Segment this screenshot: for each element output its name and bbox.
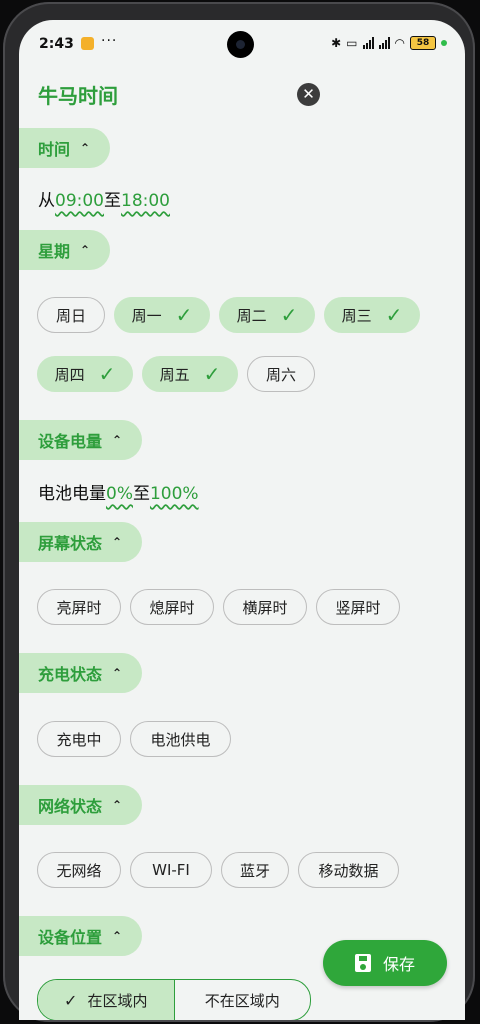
chip-label: 周五 <box>159 365 190 384</box>
section-label: 充电状态 <box>38 665 103 684</box>
camera-cutout <box>227 31 254 58</box>
chevron-up-icon: ⌃ <box>80 243 91 257</box>
status-time: 2:43 <box>39 36 74 52</box>
section-header-battery[interactable]: 设备电量 ⌃ <box>19 420 143 460</box>
laptop-icon: ▭ <box>346 36 358 50</box>
chip-label: 周四 <box>54 365 85 384</box>
phone-frame: 2:43 ··· ✱ ▭ ◠ 58 牛马时间 ✕ 时间 ⌃ 从09:00至18:… <box>3 2 475 1022</box>
battery-prefix: 电池电量 <box>38 484 106 504</box>
location-inside-option[interactable]: ✓ 在区域内 <box>38 980 175 1020</box>
check-icon: ✓ <box>64 990 78 1010</box>
check-icon: ✓ <box>280 303 298 327</box>
location-segmented-control: ✓ 在区域内 不在区域内 <box>37 979 311 1020</box>
chip-label: 周日 <box>55 306 86 325</box>
chip-label: 周一 <box>131 306 162 325</box>
chip-label: 周三 <box>341 306 372 325</box>
chevron-up-icon: ⌃ <box>112 929 123 943</box>
time-range: 从09:00至18:00 <box>38 186 170 211</box>
status-bar: 2:43 ··· ✱ ▭ ◠ 58 <box>19 20 465 70</box>
section-label: 星期 <box>38 242 71 261</box>
bluetooth-icon: ✱ <box>331 36 342 50</box>
section-label: 设备电量 <box>38 432 103 451</box>
battery-min[interactable]: 0% <box>106 484 133 504</box>
chip-screen-on[interactable]: 亮屏时 <box>37 589 121 625</box>
save-icon <box>354 954 371 972</box>
chip-day[interactable]: 周六 <box>247 356 315 392</box>
signal-2-icon <box>378 37 390 49</box>
signal-1-icon <box>362 37 374 49</box>
check-icon: ✓ <box>203 362 221 386</box>
chip-bluetooth[interactable]: 蓝牙 <box>221 852 289 888</box>
section-header-time[interactable]: 时间 ⌃ <box>19 128 111 168</box>
chip-day[interactable]: 周四 ✓ <box>37 356 133 392</box>
section-header-week[interactable]: 星期 ⌃ <box>19 230 111 270</box>
time-prefix: 从 <box>38 191 55 211</box>
save-label: 保存 <box>382 955 415 974</box>
end-time[interactable]: 18:00 <box>121 191 170 211</box>
chip-portrait[interactable]: 竖屏时 <box>316 589 400 625</box>
more-notifications-icon: ··· <box>101 33 118 49</box>
chevron-up-icon: ⌃ <box>112 798 123 812</box>
chip-label: 周二 <box>236 306 267 325</box>
location-outside-option[interactable]: 不在区域内 <box>175 980 311 1020</box>
chip-day[interactable]: 周二 ✓ <box>219 297 315 333</box>
time-mid: 至 <box>104 191 121 211</box>
chip-landscape[interactable]: 横屏时 <box>223 589 307 625</box>
chip-label: 周六 <box>265 365 296 384</box>
save-button[interactable]: 保存 <box>323 940 447 986</box>
wifi-icon: ◠ <box>394 36 405 50</box>
battery-max[interactable]: 100% <box>150 484 199 504</box>
section-header-screen[interactable]: 屏幕状态 ⌃ <box>19 522 143 562</box>
page-title: 牛马时间 <box>38 84 118 108</box>
chip-day[interactable]: 周日 <box>37 297 105 333</box>
notification-icon <box>81 37 94 50</box>
chip-day[interactable]: 周五 ✓ <box>142 356 238 392</box>
chevron-up-icon: ⌃ <box>80 141 91 155</box>
check-icon: ✓ <box>98 362 116 386</box>
chip-charging[interactable]: 充电中 <box>37 721 121 757</box>
close-button[interactable]: ✕ <box>297 83 320 106</box>
chip-battery-powered[interactable]: 电池供电 <box>130 721 231 757</box>
chip-day[interactable]: 周三 ✓ <box>324 297 420 333</box>
section-header-network[interactable]: 网络状态 ⌃ <box>19 785 143 825</box>
section-label: 设备位置 <box>38 928 103 947</box>
chip-wifi[interactable]: WI-FI <box>130 852 212 888</box>
section-header-location[interactable]: 设备位置 ⌃ <box>19 916 143 956</box>
privacy-dot <box>441 40 447 46</box>
chip-no-network[interactable]: 无网络 <box>37 852 121 888</box>
battery-mid: 至 <box>132 484 150 504</box>
section-label: 网络状态 <box>38 797 103 816</box>
option-label: 不在区域内 <box>204 991 280 1010</box>
chevron-up-icon: ⌃ <box>112 433 123 447</box>
chip-mobile-data[interactable]: 移动数据 <box>298 852 399 888</box>
section-header-charge[interactable]: 充电状态 ⌃ <box>19 653 143 693</box>
battery-range: 电池电量0%至100% <box>38 479 199 504</box>
status-icons: ✱ ▭ ◠ 58 <box>331 36 447 50</box>
battery-icon: 58 <box>410 36 436 50</box>
check-icon: ✓ <box>385 303 403 327</box>
section-label: 屏幕状态 <box>38 534 103 553</box>
check-icon: ✓ <box>175 303 193 327</box>
section-label: 时间 <box>38 140 71 159</box>
chevron-up-icon: ⌃ <box>112 666 123 680</box>
chip-screen-off[interactable]: 熄屏时 <box>130 589 214 625</box>
option-label: 在区域内 <box>87 991 148 1010</box>
screen: 2:43 ··· ✱ ▭ ◠ 58 牛马时间 ✕ 时间 ⌃ 从09:00至18:… <box>19 20 465 1020</box>
chip-day[interactable]: 周一 ✓ <box>114 297 210 333</box>
chevron-up-icon: ⌃ <box>112 535 123 549</box>
start-time[interactable]: 09:00 <box>55 191 104 211</box>
